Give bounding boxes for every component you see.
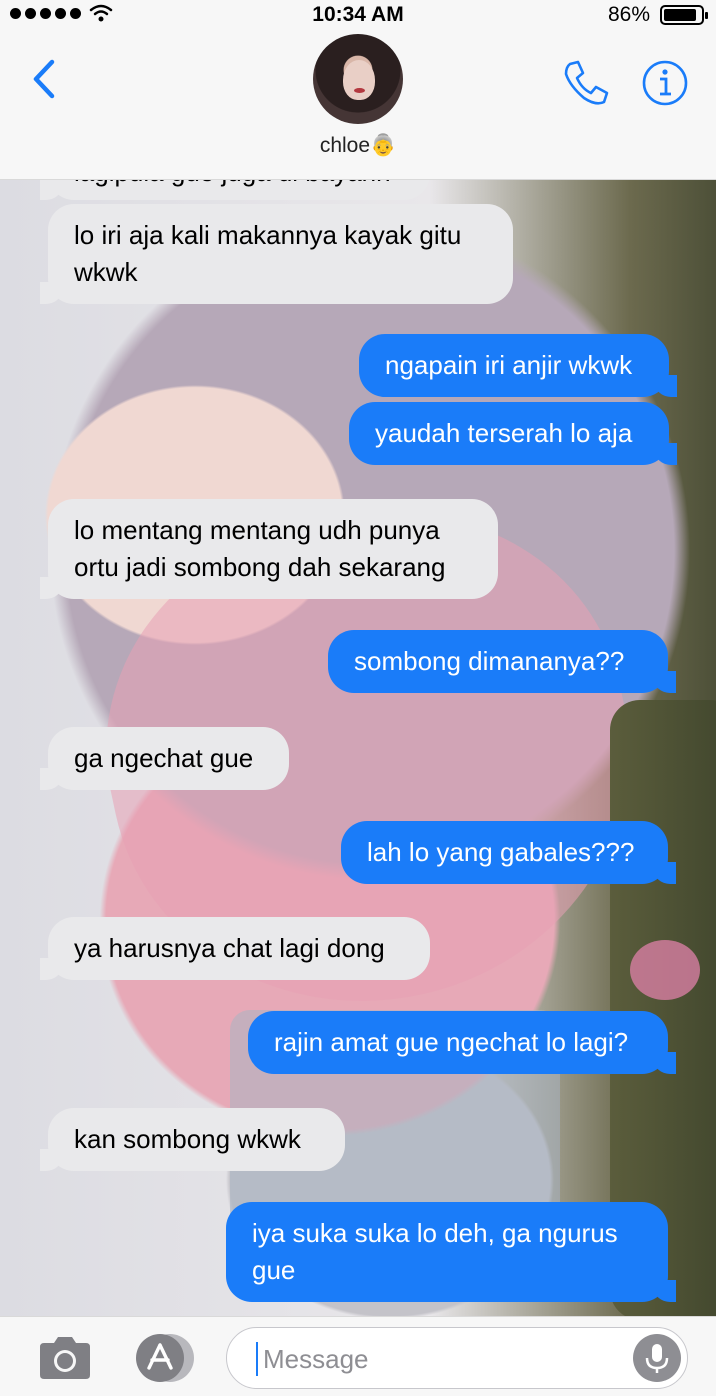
message-bubble-outgoing[interactable]: rajin amat gue ngechat lo lagi? — [248, 1011, 676, 1074]
message-bubble-outgoing[interactable]: ngapain iri anjir wkwk — [359, 334, 677, 397]
camera-button[interactable] — [36, 1335, 94, 1381]
message-bubble-incoming[interactable]: lo iri aja kali makannya kayak gitu wkwk — [40, 204, 513, 304]
status-right: 86% — [607, 3, 708, 27]
battery-percent: 86% — [607, 3, 650, 26]
message-bubble-incoming[interactable]: ga ngechat gue — [40, 727, 289, 790]
contact-name[interactable]: chloe👵 — [0, 134, 716, 158]
conversation-header: chloe👵 — [0, 34, 716, 180]
compose-bar — [0, 1316, 716, 1396]
message-bubble-incoming[interactable]: lo mentang mentang udh punya ortu jadi s… — [40, 499, 498, 599]
phone-icon — [564, 60, 609, 105]
microphone-icon — [645, 1344, 669, 1373]
info-button[interactable] — [640, 58, 690, 108]
dictation-button[interactable] — [633, 1334, 681, 1382]
message-bubble-outgoing[interactable]: lah lo yang gabales??? — [341, 821, 676, 884]
message-bubble-incoming[interactable]: lagipula gue juga di bayarin — [40, 180, 430, 200]
camera-icon — [40, 1337, 90, 1379]
chevron-left-icon — [33, 59, 55, 99]
message-bubble-outgoing[interactable]: iya suka suka lo deh, ga ngurus gue — [226, 1202, 676, 1302]
avatar[interactable] — [313, 34, 403, 124]
message-bubble-incoming[interactable]: kan sombong wkwk — [40, 1108, 345, 1171]
message-input-field[interactable] — [226, 1327, 688, 1389]
message-bubble-incoming[interactable]: ya harusnya chat lagi dong — [40, 917, 430, 980]
message-input[interactable] — [261, 1338, 625, 1380]
text-caret — [256, 1342, 258, 1376]
status-bar: 10:34 AM 86% — [0, 0, 716, 34]
info-icon — [642, 60, 688, 106]
call-button[interactable] — [560, 58, 610, 108]
message-bubble-outgoing[interactable]: sombong dimananya?? — [328, 630, 676, 693]
app-store-icon — [136, 1334, 194, 1382]
battery-icon — [660, 5, 708, 25]
back-button[interactable] — [26, 54, 66, 104]
background-flower-decoration — [630, 940, 700, 1000]
message-list[interactable]: lagipula gue juga di bayarin lo iri aja … — [0, 180, 716, 1316]
app-store-button[interactable] — [130, 1333, 196, 1383]
message-bubble-outgoing[interactable]: yaudah terserah lo aja — [349, 402, 677, 465]
